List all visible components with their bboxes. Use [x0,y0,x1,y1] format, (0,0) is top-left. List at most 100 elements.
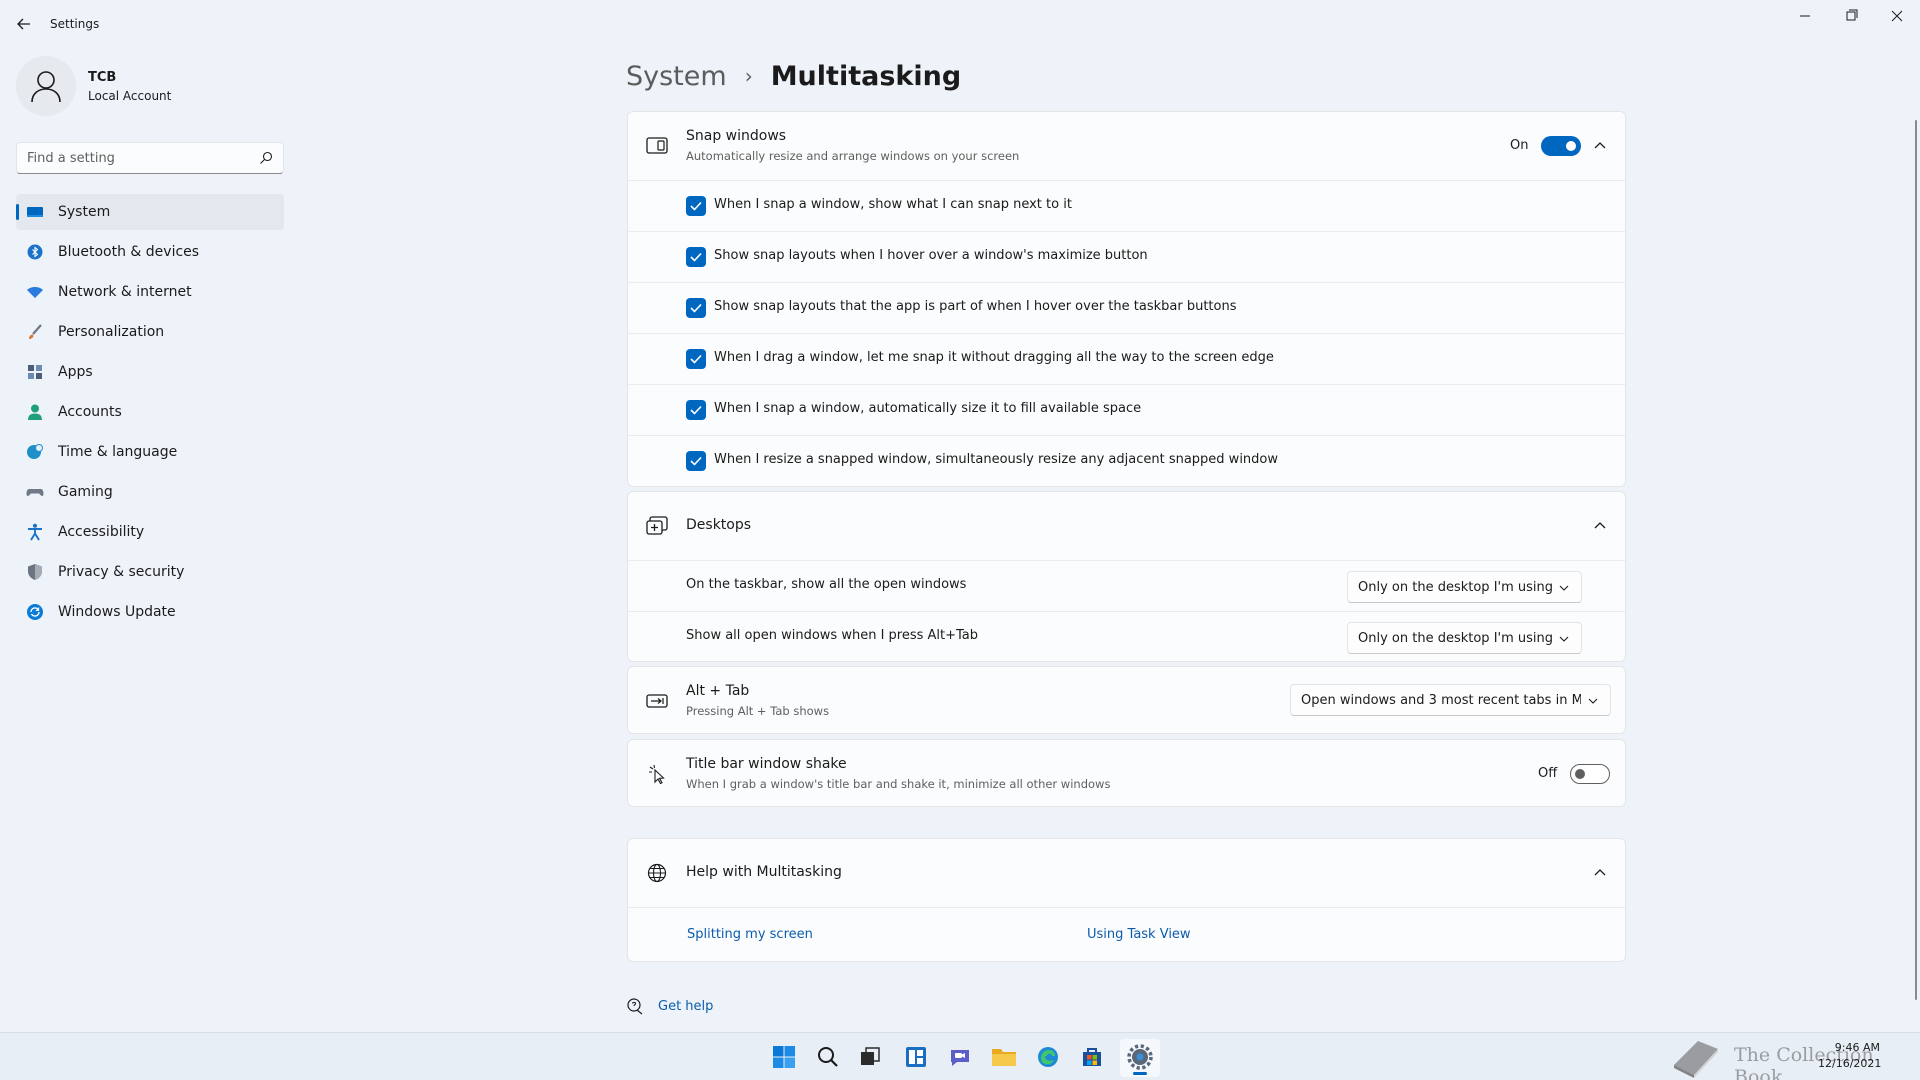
checkmark-icon [690,405,702,415]
user-profile[interactable]: TCB Local Account [16,56,316,120]
snap-option-checkbox[interactable] [686,196,706,216]
taskbar-search-button[interactable] [814,1043,842,1071]
sidebar-item-time-language[interactable]: Time & language [16,434,284,470]
window-shake-subtitle: When I grab a window's title bar and sha… [686,777,1111,791]
widgets-button[interactable] [902,1043,930,1071]
sidebar-item-system[interactable]: System [16,194,284,230]
microsoft-store-button[interactable] [1078,1043,1106,1071]
brush-icon [29,324,42,339]
breadcrumb-root[interactable]: System [626,61,727,92]
file-explorer-button[interactable] [990,1043,1018,1071]
windows-logo-icon [773,1046,795,1068]
window-shake-card: Title bar window shake When I grab a win… [627,739,1626,807]
desktops-alttab-label: Show all open windows when I press Alt+T… [686,628,979,643]
desktops-header[interactable]: Desktops [628,492,1625,560]
splitting-screen-link[interactable]: Splitting my screen [687,927,813,942]
checkmark-icon [690,303,702,313]
snap-option-checkbox[interactable] [686,451,706,471]
sidebar-item-gaming[interactable]: Gaming [16,474,284,510]
app-title: Settings [50,17,100,31]
sidebar-item-label: Bluetooth & devices [58,244,200,260]
sidebar-item-bluetooth[interactable]: Bluetooth & devices [16,234,284,270]
chevron-up-icon[interactable] [1593,865,1607,879]
dropdown-value: Only on the desktop I'm using [1358,580,1554,595]
chevron-down-icon [1559,636,1569,642]
back-arrow-icon[interactable] [14,14,34,34]
apps-icon [28,365,42,379]
alttab-shows-dropdown[interactable]: Open windows and 3 most recent tabs in M [1290,684,1611,716]
snap-option-label: When I drag a window, let me snap it wit… [714,350,1274,365]
store-icon [1083,1048,1101,1066]
snap-option-checkbox[interactable] [686,298,706,318]
sidebar-item-label: Network & internet [58,284,192,300]
teams-chat-button[interactable] [946,1043,974,1071]
snap-layout-icon [646,137,668,154]
globe-icon [647,863,667,883]
taskbar-windows-dropdown[interactable]: Only on the desktop I'm using [1347,571,1582,603]
help-card: Help with Multitasking Splitting my scre… [627,838,1626,962]
snap-option-checkbox[interactable] [686,349,706,369]
wifi-icon [27,287,43,298]
sidebar-item-windows-update[interactable]: Windows Update [16,594,284,630]
book-logo-icon [1674,1041,1718,1078]
snap-option-checkbox[interactable] [686,247,706,267]
help-header[interactable]: Help with Multitasking [628,839,1625,907]
desktops-title: Desktops [686,517,752,533]
alttab-desktop-dropdown[interactable]: Only on the desktop I'm using [1347,622,1582,654]
sidebar-item-label: Time & language [58,444,178,460]
search-icon [818,1047,838,1067]
task-view-link[interactable]: Using Task View [1087,927,1191,942]
accessibility-icon [28,523,42,541]
task-view-button[interactable] [856,1043,884,1071]
sidebar-item-accessibility[interactable]: Accessibility [16,514,284,550]
get-help-link[interactable]: Get help [626,994,713,1018]
keyboard-tab-icon [646,694,668,708]
checkmark-icon [690,252,702,262]
sidebar-item-apps[interactable]: Apps [16,354,284,390]
chevron-up-icon[interactable] [1593,138,1607,152]
widgets-icon [906,1047,926,1067]
start-button[interactable] [770,1043,798,1071]
bluetooth-icon [27,244,43,260]
window-shake-header: Title bar window shake When I grab a win… [628,740,1625,808]
edge-browser-button[interactable] [1034,1043,1062,1071]
snap-windows-toggle[interactable] [1541,136,1581,156]
minimize-button[interactable] [1783,6,1827,26]
clock-time[interactable]: 9:46 AM [1828,1041,1880,1054]
folder-icon [992,1049,1016,1066]
scrollbar[interactable] [1915,120,1917,1000]
account-type: Local Account [88,89,172,103]
snap-option-row: When I snap a window, show what I can sn… [628,180,1625,231]
snap-option-row: When I resize a snapped window, simultan… [628,435,1625,486]
sidebar-item-network[interactable]: Network & internet [16,274,284,310]
chevron-down-icon [1588,698,1598,704]
snap-option-checkbox[interactable] [686,400,706,420]
task-view-icon [861,1047,880,1065]
clock-date[interactable]: 12/16/2021 [1818,1057,1881,1070]
update-icon [27,604,43,620]
sidebar-item-privacy-security[interactable]: Privacy & security [16,554,284,590]
chat-icon [951,1050,969,1066]
close-button[interactable] [1875,6,1919,26]
snap-windows-title: Snap windows [686,128,787,144]
window-shake-toggle[interactable] [1570,764,1610,784]
sidebar-item-personalization[interactable]: Personalization [16,314,284,350]
chevron-up-icon[interactable] [1593,518,1607,532]
desktops-card: Desktops On the taskbar, show all the op… [627,491,1626,662]
sidebar-item-label: Apps [58,364,93,380]
search-input[interactable]: Find a setting [16,142,284,174]
shake-toggle-state: Off [1538,766,1558,781]
snap-windows-header[interactable]: Snap windows Automatically resize and ar… [628,112,1625,180]
sidebar-item-accounts[interactable]: Accounts [16,394,284,430]
window-shake-title: Title bar window shake [686,756,847,772]
alttab-subtitle: Pressing Alt + Tab shows [686,704,830,718]
sidebar-item-label: Windows Update [58,604,176,620]
settings-taskbar-button[interactable] [1120,1039,1160,1077]
desktops-alttab-row: Show all open windows when I press Alt+T… [628,611,1625,662]
help-chat-icon [627,998,643,1015]
avatar [16,56,76,116]
breadcrumb: System › Multitasking [626,56,961,96]
snap-option-row: Show snap layouts that the app is part o… [628,282,1625,333]
display-icon [27,207,43,217]
restore-button[interactable] [1829,6,1873,26]
